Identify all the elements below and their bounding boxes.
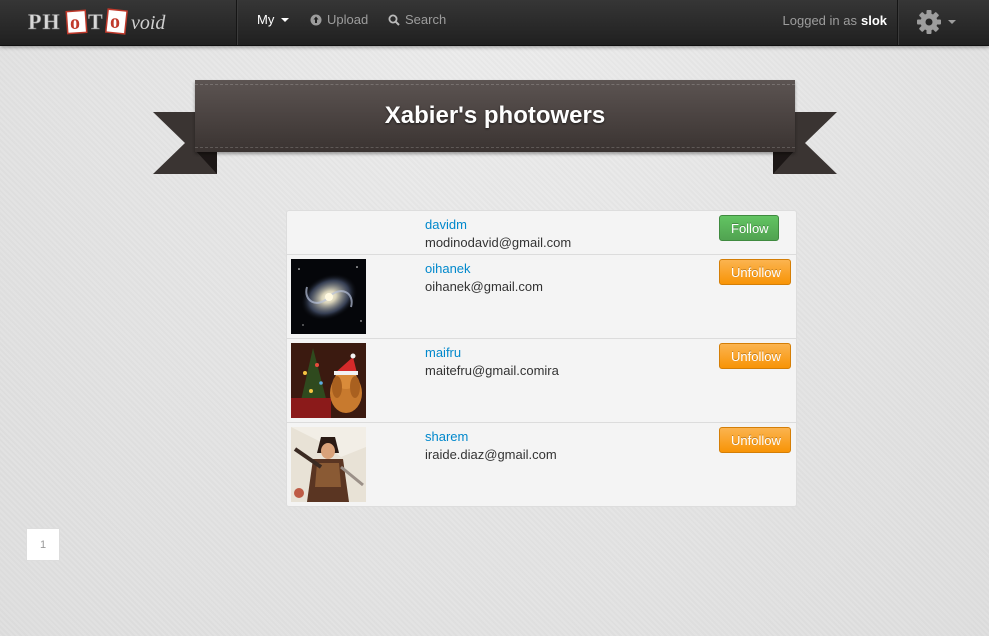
followers-table: davidm modinodavid@gmail.com Follow oiha… bbox=[286, 210, 797, 507]
title-ribbon: Xabier's photowers bbox=[153, 80, 837, 176]
top-navbar: PH o T o void My Upload Search Logged in… bbox=[0, 0, 989, 46]
logged-in-status: Logged in as slok bbox=[783, 0, 887, 42]
user-avatar[interactable] bbox=[291, 259, 366, 334]
user-email: maitefru@gmail.comira bbox=[425, 363, 559, 378]
svg-text:void: void bbox=[131, 12, 166, 34]
svg-text:o: o bbox=[70, 12, 80, 34]
unfollow-button[interactable]: Unfollow bbox=[719, 343, 791, 369]
user-avatar[interactable] bbox=[291, 343, 366, 418]
unfollow-button[interactable]: Unfollow bbox=[719, 259, 791, 285]
photovoid-logo-icon: PH o T o void bbox=[28, 8, 166, 35]
page-title: Xabier's photowers bbox=[384, 102, 606, 129]
table-row: oihanek oihanek@gmail.com Unfollow bbox=[287, 254, 796, 338]
search-icon bbox=[388, 14, 400, 26]
user-email: iraide.diaz@gmail.com bbox=[425, 447, 557, 462]
unfollow-button[interactable]: Unfollow bbox=[719, 427, 791, 453]
nav-divider bbox=[236, 0, 238, 45]
user-email: oihanek@gmail.com bbox=[425, 279, 543, 294]
spiral-galaxy-image bbox=[291, 259, 366, 334]
user-link[interactable]: maifru bbox=[425, 345, 461, 360]
svg-text:o: o bbox=[110, 11, 120, 33]
current-username[interactable]: slok bbox=[861, 13, 887, 28]
table-row: davidm modinodavid@gmail.com Follow bbox=[287, 211, 796, 254]
menu-my-dropdown[interactable]: My bbox=[257, 0, 290, 40]
menu-search[interactable]: Search bbox=[388, 0, 446, 40]
settings-dropdown[interactable] bbox=[916, 9, 956, 35]
dog-christmas-image bbox=[291, 343, 366, 418]
svg-text:PH: PH bbox=[28, 9, 61, 34]
user-link[interactable]: davidm bbox=[425, 217, 467, 232]
menu-upload-label: Upload bbox=[327, 12, 369, 27]
nav-divider bbox=[897, 0, 899, 45]
user-link[interactable]: oihanek bbox=[425, 261, 471, 276]
logged-in-label: Logged in as bbox=[782, 13, 857, 28]
menu-my-label: My bbox=[257, 12, 275, 27]
upload-icon bbox=[310, 14, 322, 26]
table-row: maifru maitefru@gmail.comira Unfollow bbox=[287, 338, 796, 422]
svg-text:T: T bbox=[88, 9, 103, 34]
user-avatar[interactable] bbox=[291, 427, 366, 502]
follow-button[interactable]: Follow bbox=[719, 215, 779, 241]
gear-icon bbox=[917, 10, 941, 34]
user-link[interactable]: sharem bbox=[425, 429, 468, 444]
pagination-page[interactable]: 1 bbox=[26, 528, 60, 561]
chevron-down-icon bbox=[281, 18, 290, 22]
table-row: sharem iraide.diaz@gmail.com Unfollow bbox=[287, 422, 796, 506]
ribbon-banner: Xabier's photowers bbox=[195, 80, 795, 152]
menu-upload[interactable]: Upload bbox=[310, 0, 368, 40]
user-email: modinodavid@gmail.com bbox=[425, 235, 572, 250]
menu-search-label: Search bbox=[405, 12, 447, 27]
brand-logo[interactable]: PH o T o void bbox=[28, 8, 200, 36]
chevron-down-icon bbox=[948, 20, 956, 24]
fantasy-warrior-image bbox=[291, 427, 366, 502]
